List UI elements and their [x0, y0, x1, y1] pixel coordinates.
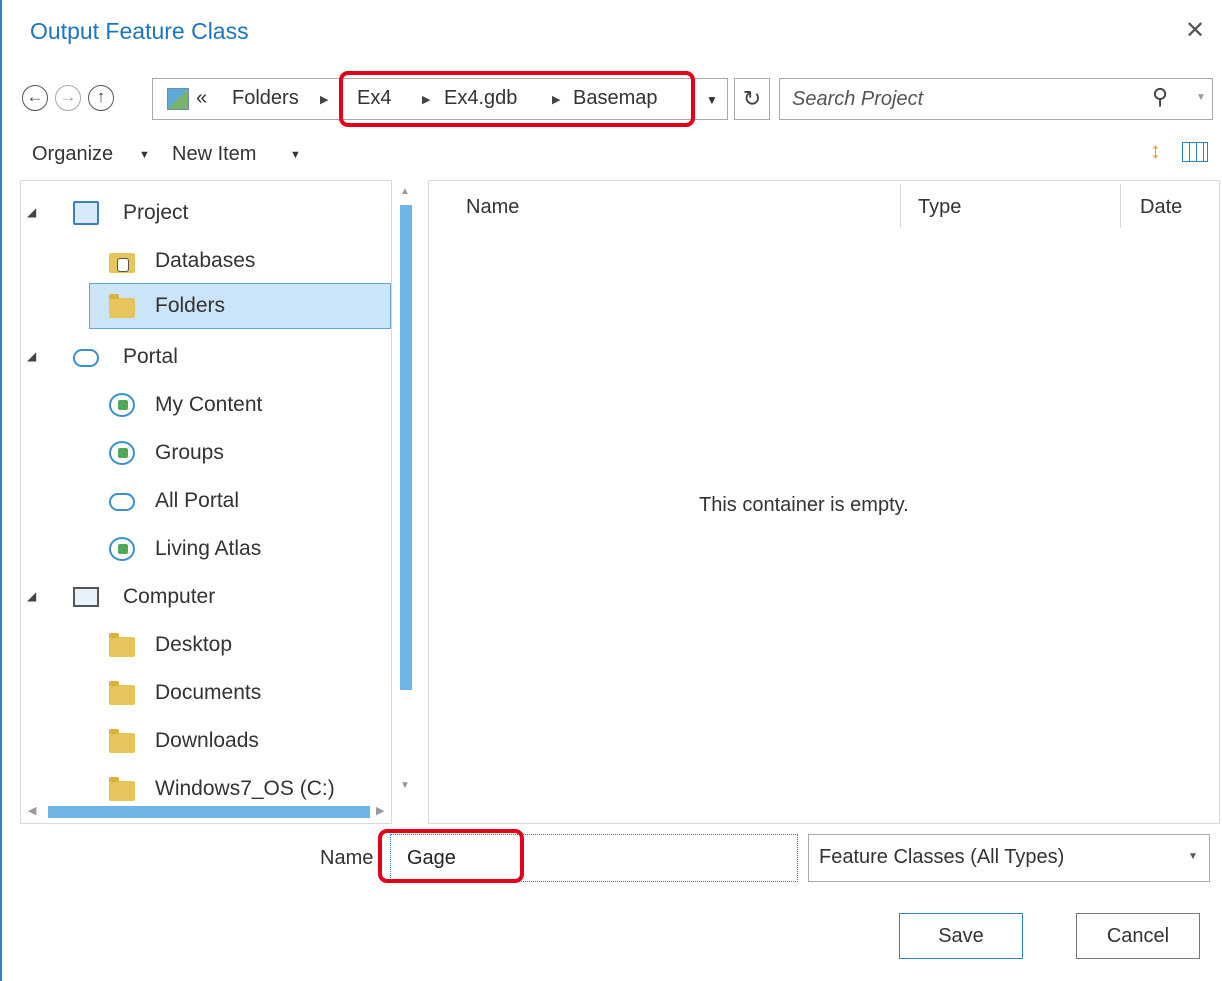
tree-item-label: Documents — [155, 681, 262, 704]
scroll-left-icon[interactable]: ◀ — [28, 804, 36, 817]
tree-item-label: Folders — [155, 294, 226, 317]
scroll-right-icon[interactable]: ▶ — [376, 804, 384, 817]
back-arrow-icon: ← — [26, 87, 44, 106]
tree-item-label: All Portal — [155, 489, 240, 512]
breadcrumb-highlight-annotation — [339, 71, 695, 127]
cloud-icon — [73, 349, 99, 367]
tree-item-label: Project — [123, 201, 189, 224]
folder-icon — [109, 777, 135, 801]
organize-dropdown-icon[interactable]: ▼ — [139, 149, 150, 161]
breadcrumb-overflow[interactable]: « — [196, 87, 207, 110]
search-icon[interactable]: ⚲ — [1152, 84, 1168, 110]
groups-icon — [109, 441, 135, 465]
column-divider[interactable] — [1120, 184, 1121, 228]
navigation-tree: ◢ Project Databases Folders ◢ Portal My … — [20, 180, 392, 824]
cloud-icon — [109, 493, 135, 511]
refresh-icon: ↻ — [742, 86, 762, 111]
living-atlas-icon — [109, 537, 135, 561]
vertical-scrollbar[interactable] — [400, 205, 412, 690]
location-icon — [167, 88, 189, 110]
collapse-icon[interactable]: ◢ — [27, 589, 36, 603]
tree-item-label: Computer — [123, 585, 216, 608]
name-highlight-annotation — [378, 829, 524, 883]
computer-icon — [73, 587, 99, 607]
tree-item-label: Downloads — [155, 729, 259, 752]
collapse-icon[interactable]: ◢ — [27, 205, 36, 219]
column-header-type[interactable]: Type — [918, 196, 961, 219]
save-button[interactable]: Save — [899, 913, 1023, 959]
column-header-date[interactable]: Date — [1140, 196, 1182, 219]
back-button[interactable]: ← — [22, 85, 48, 111]
tree-item-project[interactable]: ◢ Project — [21, 191, 391, 237]
column-header-name[interactable]: Name — [466, 196, 519, 219]
search-placeholder: Search Project — [792, 88, 924, 110]
up-arrow-icon: ↑ — [96, 87, 106, 106]
new-item-menu[interactable]: New Item — [172, 143, 256, 166]
tree-item-desktop[interactable]: Desktop — [21, 623, 391, 669]
tree-item-label: Databases — [155, 249, 256, 272]
refresh-button[interactable]: ↻ — [734, 78, 770, 120]
cancel-button[interactable]: Cancel — [1076, 913, 1200, 959]
tree-item-databases[interactable]: Databases — [21, 239, 391, 285]
forward-button[interactable]: → — [55, 85, 81, 111]
view-layout-icon[interactable] — [1182, 142, 1208, 162]
tree-item-folders[interactable]: Folders — [89, 283, 391, 329]
forward-arrow-icon: → — [59, 87, 77, 106]
tree-item-living-atlas[interactable]: Living Atlas — [21, 527, 391, 573]
history-dropdown-icon[interactable]: ▼ — [706, 93, 718, 107]
tree-item-label: Living Atlas — [155, 537, 262, 560]
folder-icon — [109, 681, 135, 705]
tree-item-label: Desktop — [155, 633, 233, 656]
search-options-icon[interactable]: ▼ — [1196, 92, 1206, 103]
name-label: Name — [320, 847, 374, 869]
database-folder-icon — [109, 253, 135, 273]
folder-icon — [109, 294, 135, 318]
tree-item-all-portal[interactable]: All Portal — [21, 479, 391, 525]
breadcrumb-separator-icon[interactable]: ▶ — [320, 93, 328, 106]
collapse-icon[interactable]: ◢ — [27, 349, 36, 363]
tree-item-documents[interactable]: Documents — [21, 671, 391, 717]
tree-item-label: My Content — [155, 393, 263, 416]
tree-item-label: Windows7_OS (C:) — [155, 777, 335, 800]
column-divider[interactable] — [900, 184, 901, 228]
my-content-icon — [109, 393, 135, 417]
tree-item-portal[interactable]: ◢ Portal — [21, 335, 391, 381]
folder-icon — [109, 729, 135, 753]
tree-item-label: Groups — [155, 441, 224, 464]
scroll-down-icon[interactable]: ▼ — [400, 780, 410, 791]
project-icon — [73, 201, 99, 225]
tree-item-computer[interactable]: ◢ Computer — [21, 575, 391, 621]
dialog-title: Output Feature Class — [30, 18, 249, 44]
feature-type-select[interactable]: Feature Classes (All Types) — [808, 834, 1210, 882]
empty-container-message: This container is empty. — [699, 494, 909, 516]
tree-item-my-content[interactable]: My Content — [21, 383, 391, 429]
breadcrumb-folders[interactable]: Folders — [232, 87, 299, 110]
tree-item-groups[interactable]: Groups — [21, 431, 391, 477]
close-button[interactable]: ✕ — [1180, 16, 1210, 46]
output-feature-class-dialog: Output Feature Class ✕ ← → ↑ « Folders ▶… — [0, 0, 1222, 981]
scroll-up-icon[interactable]: ▲ — [400, 186, 410, 197]
sort-icon[interactable]: ↕ — [1150, 138, 1161, 164]
organize-menu[interactable]: Organize — [32, 143, 113, 166]
chevron-down-icon[interactable]: ▼ — [1188, 851, 1198, 862]
horizontal-scrollbar[interactable] — [48, 806, 370, 818]
up-button[interactable]: ↑ — [88, 85, 114, 111]
tree-item-downloads[interactable]: Downloads — [21, 719, 391, 765]
tree-item-label: Portal — [123, 345, 178, 368]
folder-icon — [109, 633, 135, 657]
new-item-dropdown-icon[interactable]: ▼ — [290, 149, 301, 161]
